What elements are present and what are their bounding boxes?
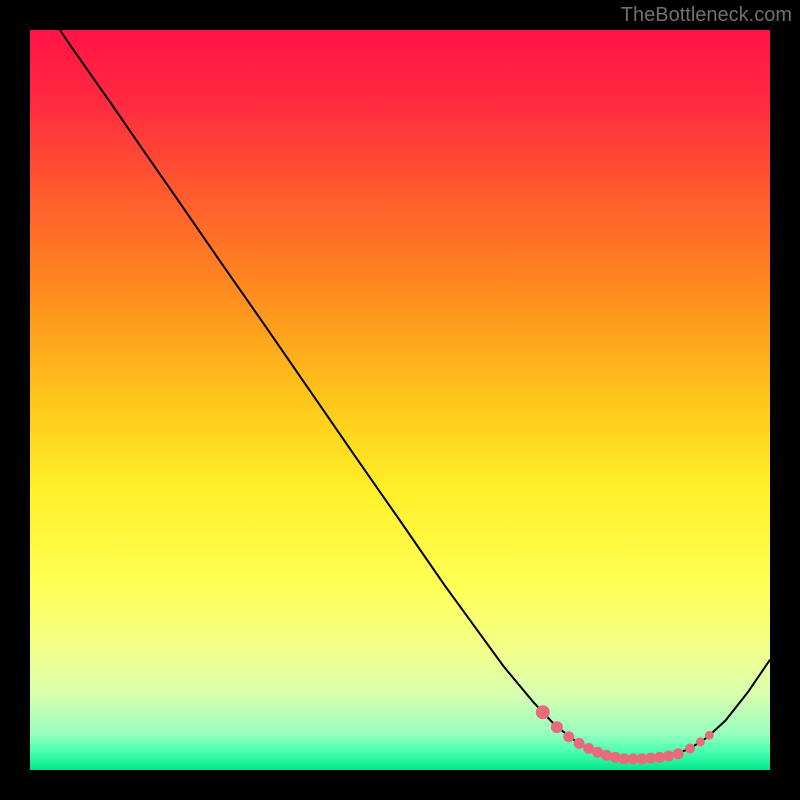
plot-background <box>30 30 770 770</box>
curve-marker <box>551 721 563 733</box>
chart-svg <box>0 0 800 800</box>
curve-marker <box>536 705 550 719</box>
curve-marker <box>705 731 714 740</box>
curve-marker <box>696 737 705 746</box>
watermark-text: TheBottleneck.com <box>621 4 792 27</box>
curve-marker <box>563 731 574 742</box>
curve-marker <box>673 748 684 759</box>
curve-marker <box>663 750 674 761</box>
curve-marker <box>574 738 585 749</box>
chart-container: TheBottleneck.com <box>0 0 800 800</box>
curve-marker <box>685 744 695 754</box>
